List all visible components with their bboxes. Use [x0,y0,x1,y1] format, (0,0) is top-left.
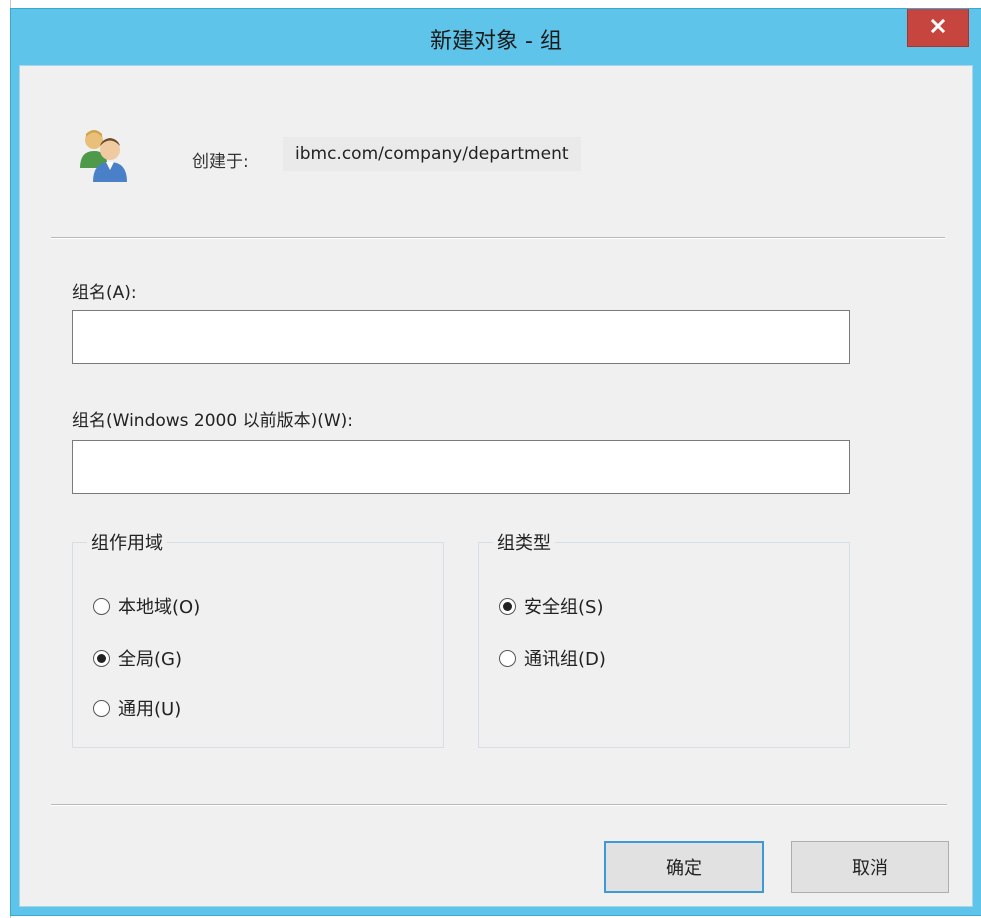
radio-checked-icon [93,649,110,667]
group-name-pre2000-input[interactable] [72,440,850,494]
created-in-label: 创建于: [192,152,249,172]
group-scope-box: 组作用域 本地域(O) 全局(G) 通用(U) [72,529,444,748]
close-button[interactable] [907,9,969,47]
type-distribution-radio[interactable]: 通讯组(D) [499,645,606,671]
radio-label: 通用(U) [118,699,182,720]
group-type-box: 组类型 安全组(S) 通讯组(D) [478,529,850,748]
new-group-dialog: 新建对象 - 组 创建于: ibmc.com/company/departmen… [10,8,981,916]
close-icon [930,18,946,38]
group-scope-title: 组作用域 [87,529,167,555]
scope-global-radio[interactable]: 全局(G) [93,645,182,671]
group-name-pre2000-label: 组名(Windows 2000 以前版本)(W): [72,411,354,431]
radio-unchecked-icon [93,597,110,615]
radio-unchecked-icon [499,649,516,667]
radio-unchecked-icon [93,699,110,717]
top-separator [51,237,945,239]
scope-universal-radio[interactable]: 通用(U) [93,695,181,721]
radio-label: 安全组(S) [524,597,604,618]
dialog-body: 创建于: ibmc.com/company/department 组名(A): … [19,65,973,907]
cancel-button[interactable]: 取消 [791,841,949,893]
radio-label: 本地域(O) [118,597,201,618]
title-bar[interactable]: 新建对象 - 组 [11,9,981,65]
scope-domain-local-radio[interactable]: 本地域(O) [93,593,200,619]
radio-label: 全局(G) [118,649,182,670]
bottom-separator [51,804,947,806]
ok-button[interactable]: 确定 [604,841,764,893]
radio-checked-icon [499,597,516,615]
group-type-title: 组类型 [493,529,555,555]
type-security-radio[interactable]: 安全组(S) [499,593,603,619]
dialog-title: 新建对象 - 组 [430,29,562,54]
group-users-icon [70,124,140,184]
group-name-label: 组名(A): [72,283,137,303]
group-name-input[interactable] [72,310,850,364]
created-in-path: ibmc.com/company/department [283,137,581,171]
radio-label: 通讯组(D) [524,649,606,670]
